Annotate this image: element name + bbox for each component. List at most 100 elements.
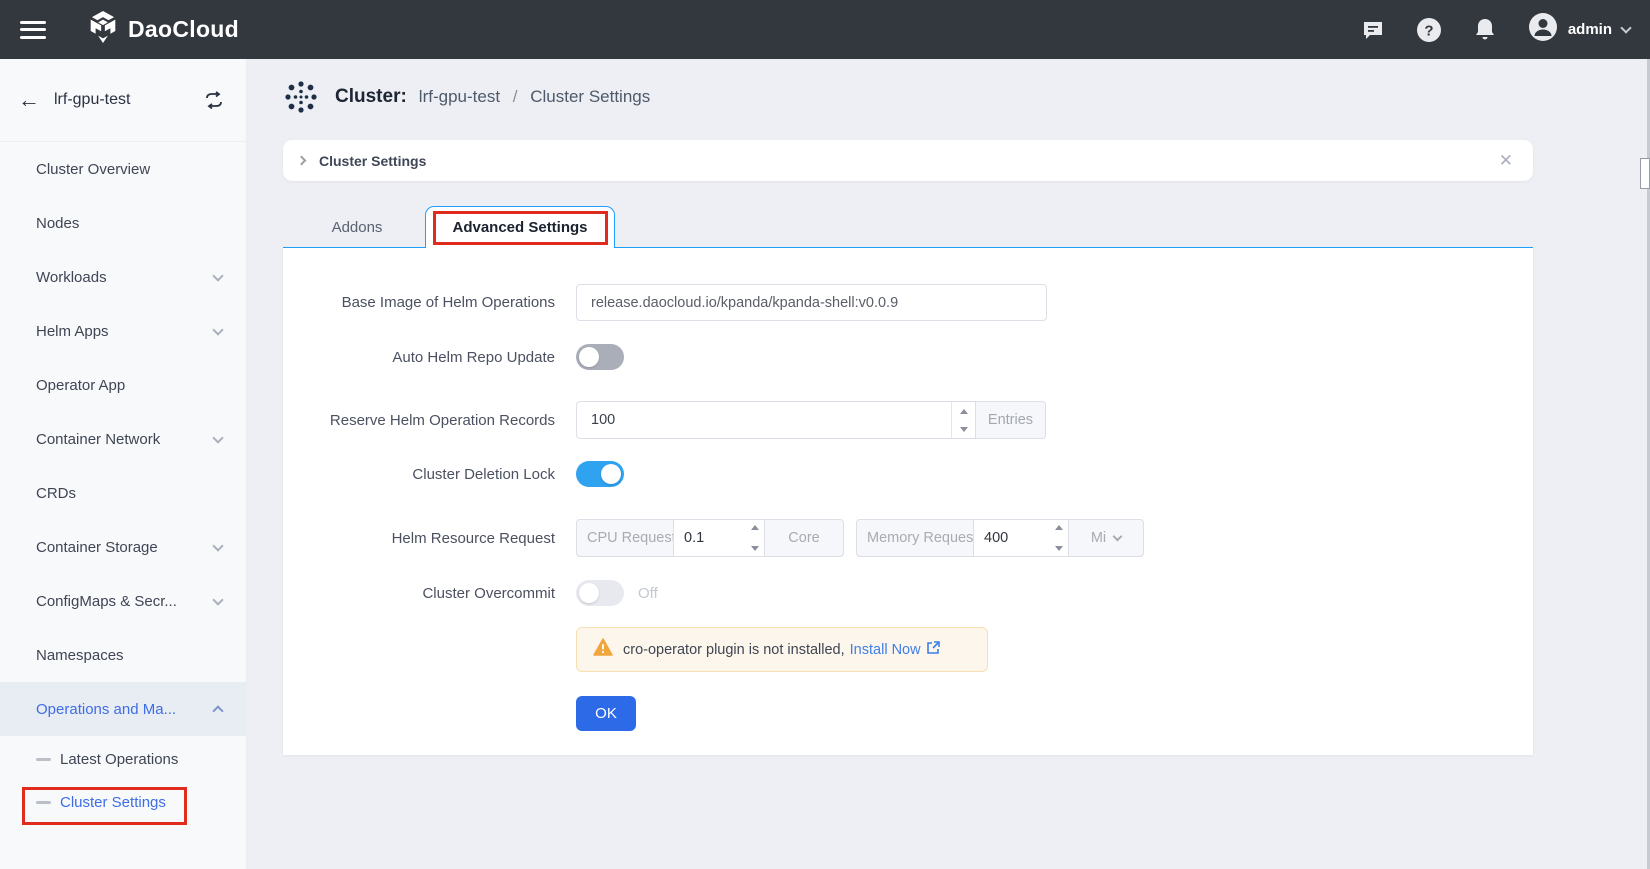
base-image-label: Base Image of Helm Operations [283, 294, 555, 311]
number-stepper[interactable] [951, 402, 975, 438]
cpu-unit-label: Core [765, 520, 843, 556]
overcommit-toggle[interactable] [576, 580, 624, 606]
scrollbar-widget [1640, 158, 1650, 189]
chevron-down-icon [212, 432, 223, 443]
cluster-settings-panel-header[interactable]: Cluster Settings ✕ [283, 140, 1533, 181]
advanced-settings-form: Base Image of Helm Operations Auto Helm … [283, 247, 1533, 755]
number-stepper[interactable] [1055, 525, 1063, 551]
page-header: Cluster: lrf-gpu-test / Cluster Settings [283, 78, 650, 116]
sidebar-item-cluster-overview[interactable]: Cluster Overview [0, 142, 246, 196]
dash-icon [36, 801, 51, 804]
auto-repo-toggle[interactable] [576, 344, 624, 370]
brand-name: DaoCloud [128, 16, 239, 43]
sidebar: ← lrf-gpu-test Cluster Overview Nodes Wo… [0, 59, 247, 869]
cluster-dots-icon [283, 79, 319, 115]
daocloud-logo-icon [88, 11, 118, 48]
breadcrumb: lrf-gpu-test / Cluster Settings [419, 87, 650, 107]
hamburger-icon[interactable] [20, 21, 46, 39]
sidebar-item-latest-operations[interactable]: Latest Operations [0, 736, 246, 782]
sidebar-item-configmaps-secrets[interactable]: ConfigMaps & Secr... [0, 574, 246, 628]
user-menu[interactable]: admin [1528, 12, 1630, 47]
external-link-icon [926, 641, 940, 659]
topbar: DaoCloud ? admin [0, 0, 1650, 59]
page-title: Cluster: [335, 86, 407, 108]
ok-button[interactable]: OK [576, 696, 636, 731]
chevron-right-icon [297, 156, 307, 166]
install-now-link[interactable]: Install Now [850, 641, 940, 659]
number-stepper[interactable] [751, 525, 759, 551]
dash-icon [36, 758, 51, 761]
sidebar-item-cluster-settings[interactable]: Cluster Settings [0, 782, 246, 822]
help-icon[interactable]: ? [1416, 17, 1442, 43]
stepper-up-icon[interactable] [952, 402, 975, 420]
row-base-image: Base Image of Helm Operations [283, 284, 1533, 321]
svg-text:?: ? [1424, 22, 1433, 39]
cpu-request-input[interactable]: 0.1 [673, 520, 765, 556]
warning-banner: cro-operator plugin is not installed, In… [576, 627, 988, 672]
brand: DaoCloud [88, 11, 239, 48]
sidebar-menu: Cluster Overview Nodes Workloads Helm Ap… [0, 142, 246, 736]
chevron-down-icon [1620, 22, 1631, 33]
overcommit-label: Cluster Overcommit [283, 585, 555, 602]
sidebar-item-container-storage[interactable]: Container Storage [0, 520, 246, 574]
row-auto-repo: Auto Helm Repo Update [283, 344, 1533, 370]
chevron-down-icon [1113, 532, 1123, 542]
bell-icon[interactable] [1472, 17, 1498, 43]
sidebar-item-workloads[interactable]: Workloads [0, 250, 246, 304]
chevron-down-icon [212, 540, 223, 551]
memory-request-input[interactable]: 400 [973, 520, 1069, 556]
row-actions: OK [283, 696, 1533, 731]
base-image-input[interactable] [576, 284, 1047, 321]
memory-request-prefix: Memory Request [857, 520, 973, 556]
close-icon[interactable]: ✕ [1499, 152, 1513, 169]
entries-suffix: Entries [976, 401, 1046, 439]
chevron-down-icon [212, 594, 223, 605]
chevron-down-icon [212, 270, 223, 281]
refresh-icon[interactable] [204, 91, 224, 109]
sidebar-item-operations[interactable]: Operations and Ma... [0, 682, 246, 736]
breadcrumb-page: Cluster Settings [530, 87, 650, 106]
sidebar-item-operator-app[interactable]: Operator App [0, 358, 246, 412]
sidebar-item-crds[interactable]: CRDs [0, 466, 246, 520]
user-name: admin [1568, 21, 1612, 38]
cpu-request-prefix: CPU Request [577, 520, 673, 556]
row-warning: cro-operator plugin is not installed, In… [283, 627, 1533, 672]
chevron-up-icon [212, 705, 223, 716]
sidebar-item-helm-apps[interactable]: Helm Apps [0, 304, 246, 358]
row-overcommit: Cluster Overcommit Off [283, 580, 1533, 606]
app-window: DaoCloud ? admin ← lrf-gpu-tes [0, 0, 1650, 869]
tab-addons[interactable]: Addons [283, 207, 431, 247]
deletion-lock-label: Cluster Deletion Lock [283, 466, 555, 483]
chat-icon[interactable] [1360, 17, 1386, 43]
memory-request-group: Memory Request 400 Mi [856, 519, 1144, 557]
auto-repo-label: Auto Helm Repo Update [283, 349, 555, 366]
sidebar-item-container-network[interactable]: Container Network [0, 412, 246, 466]
sidebar-item-nodes[interactable]: Nodes [0, 196, 246, 250]
cpu-request-group: CPU Request 0.1 Core [576, 519, 844, 557]
overcommit-state-label: Off [638, 585, 658, 602]
sidebar-header: ← lrf-gpu-test [0, 59, 246, 142]
memory-unit-select[interactable]: Mi [1069, 520, 1143, 556]
annotation-box-tab: Advanced Settings [433, 211, 608, 245]
chevron-down-icon [212, 324, 223, 335]
warning-icon [593, 638, 613, 661]
row-reserve-records: Reserve Helm Operation Records 100 Entri… [283, 401, 1533, 439]
reserve-records-input[interactable]: 100 [576, 401, 976, 439]
sidebar-cluster-title: lrf-gpu-test [54, 91, 204, 109]
topbar-actions: ? admin [1360, 0, 1630, 59]
warning-text: cro-operator plugin is not installed, [623, 642, 845, 658]
breadcrumb-cluster[interactable]: lrf-gpu-test [419, 87, 500, 106]
row-deletion-lock: Cluster Deletion Lock [283, 461, 1533, 487]
reserve-records-label: Reserve Helm Operation Records [283, 412, 555, 429]
tab-advanced-settings[interactable]: Advanced Settings [425, 206, 615, 248]
panel-title: Cluster Settings [319, 153, 1499, 169]
stepper-down-icon[interactable] [952, 420, 975, 438]
sidebar-item-namespaces[interactable]: Namespaces [0, 628, 246, 682]
sidebar-submenu: Latest Operations Cluster Settings [0, 736, 246, 822]
deletion-lock-toggle[interactable] [576, 461, 624, 487]
avatar-icon [1528, 12, 1558, 47]
resource-request-label: Helm Resource Request [283, 530, 555, 547]
back-arrow-icon[interactable]: ← [18, 89, 40, 111]
breadcrumb-separator: / [513, 87, 518, 106]
row-resource-request: Helm Resource Request CPU Request 0.1 Co… [283, 519, 1533, 557]
